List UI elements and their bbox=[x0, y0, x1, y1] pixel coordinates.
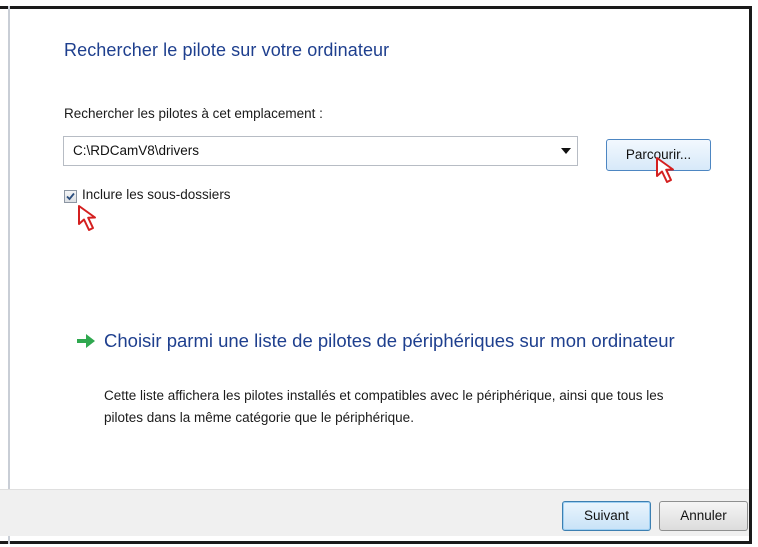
path-combobox[interactable]: C:\RDCamV8\drivers bbox=[63, 136, 578, 166]
cancel-button[interactable]: Annuler bbox=[659, 501, 748, 531]
include-subfolders-checkbox[interactable] bbox=[64, 190, 77, 203]
choose-from-list-link[interactable]: Choisir parmi une liste de pilotes de pé… bbox=[104, 328, 704, 354]
next-button[interactable]: Suivant bbox=[562, 501, 651, 531]
pointer-cursor-icon bbox=[78, 205, 96, 231]
pointer-cursor-icon bbox=[656, 157, 674, 183]
chevron-down-icon[interactable] bbox=[561, 148, 571, 154]
green-arrow-icon[interactable] bbox=[76, 333, 96, 349]
driver-update-dialog bbox=[0, 6, 752, 544]
location-label: Rechercher les pilotes à cet emplacement… bbox=[64, 106, 323, 121]
choose-from-list-description: Cette liste affichera les pilotes instal… bbox=[104, 388, 664, 425]
window-left-edge bbox=[8, 6, 10, 544]
screenshot-frame: Rechercher le pilote sur votre ordinateu… bbox=[0, 0, 758, 547]
path-input-value[interactable]: C:\RDCamV8\drivers bbox=[73, 143, 199, 158]
page-title: Rechercher le pilote sur votre ordinateu… bbox=[64, 40, 390, 60]
include-subfolders-label[interactable]: Inclure les sous-dossiers bbox=[82, 187, 231, 202]
checkmark-icon bbox=[66, 192, 75, 201]
